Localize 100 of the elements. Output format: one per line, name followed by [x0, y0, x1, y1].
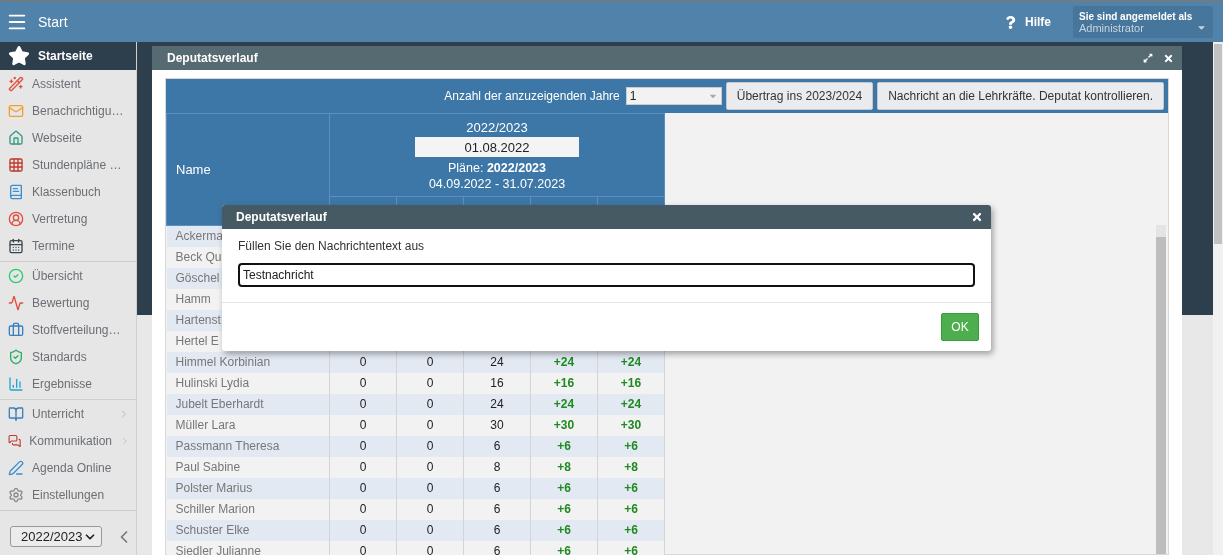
toolbar-button[interactable]: Nachricht an die Lehrkräfte. Deputat kontrollieren.	[877, 82, 1164, 110]
years-label: Anzahl der anzuzeigenden Jahre	[444, 89, 620, 103]
table-cell: 0	[329, 393, 397, 415]
sidebar-item[interactable]: Klassenbuch	[0, 178, 136, 205]
magic-wand-icon	[8, 75, 24, 92]
gear-icon	[8, 486, 24, 503]
sidebar-item[interactable]: Kommunikation	[0, 427, 136, 454]
star-icon	[8, 45, 30, 67]
table-cell: +16	[530, 372, 598, 394]
table-cell: 0	[396, 477, 464, 499]
table-cell: +6	[597, 477, 665, 499]
table-cell: 6	[463, 498, 531, 520]
table-cell: +6	[530, 540, 598, 555]
close-icon[interactable]	[971, 211, 983, 223]
table-cell: +8	[530, 456, 598, 478]
dialog-title: Deputatsverlauf	[236, 210, 327, 224]
envelope-icon	[8, 102, 24, 119]
grid-calendar-icon	[8, 156, 24, 173]
toolbar-button[interactable]: Übertrag ins 2023/2024	[725, 82, 874, 110]
table-cell: 8	[463, 456, 531, 478]
table-cell: 6	[463, 435, 531, 457]
expand-icon[interactable]	[1143, 53, 1153, 63]
table-cell: 0	[329, 498, 397, 520]
name-cell: Hulinski Lydia	[166, 372, 330, 394]
table-cell: 0	[329, 435, 397, 457]
name-cell: Paul Sabine	[166, 456, 330, 478]
table-cell: 16	[463, 372, 531, 394]
table-cell: 0	[396, 540, 464, 555]
scrollbar[interactable]	[1156, 225, 1166, 554]
table-cell: +6	[597, 435, 665, 457]
table-cell: +6	[597, 498, 665, 520]
table-cell: 0	[396, 519, 464, 541]
name-cell: Siedler Julianne	[166, 540, 330, 555]
table-cell: +6	[597, 540, 665, 555]
table-cell: 0	[396, 414, 464, 436]
table-cell: +6	[530, 498, 598, 520]
sidebar-item[interactable]: Stundenpläne …	[0, 151, 136, 178]
table-cell: 0	[396, 498, 464, 520]
sidebar-item[interactable]: Stoffverteilung…	[0, 316, 136, 343]
table-cell: 0	[329, 456, 397, 478]
sidebar-item[interactable]: Einstellungen	[0, 481, 136, 508]
sidebar-item[interactable]: Unterricht	[0, 400, 136, 427]
table-cell: +30	[597, 414, 665, 436]
table-cell: 24	[463, 393, 531, 415]
message-input[interactable]: Testnachricht	[238, 263, 975, 287]
table-cell: 0	[329, 477, 397, 499]
sidebar-item[interactable]: Assistent	[0, 70, 136, 97]
sidebar-item[interactable]: Termine	[0, 232, 136, 259]
table-cell: +6	[530, 477, 598, 499]
sidebar-item[interactable]: Webseite	[0, 124, 136, 151]
window-title: Deputatsverlauf	[167, 51, 259, 65]
open-book-icon	[8, 405, 24, 422]
table-cell: +6	[597, 519, 665, 541]
pen-icon	[8, 459, 24, 476]
years-select[interactable]: 1	[625, 87, 722, 105]
bar-chart-icon	[8, 375, 24, 392]
name-cell: Polster Marius	[166, 477, 330, 499]
table-cell: +8	[597, 456, 665, 478]
pulse-icon	[8, 294, 24, 311]
table-cell: 0	[396, 372, 464, 394]
help-icon	[1004, 15, 1017, 29]
sidebar-item[interactable]: Bewertung	[0, 289, 136, 316]
calendar-icon	[8, 237, 24, 254]
table-cell: +24	[530, 393, 598, 415]
table-cell: 30	[463, 414, 531, 436]
notebook-icon	[8, 183, 24, 200]
table-cell: 0	[396, 456, 464, 478]
sidebar-item[interactable]: Agenda Online	[0, 454, 136, 481]
date-field[interactable]: 01.08.2022	[415, 137, 579, 157]
table-cell: 0	[329, 414, 397, 436]
page-scrollbar[interactable]	[1213, 42, 1223, 555]
period-label: 04.09.2022 - 31.07.2023	[428, 177, 566, 191]
page-title: Start	[38, 14, 68, 30]
sidebar-item[interactable]: Startseite	[0, 42, 136, 70]
shield-check-icon	[8, 348, 24, 365]
user-menu[interactable]: Sie sind angemeldet als Administrator	[1073, 6, 1213, 38]
sidebar-item[interactable]: Ergebnisse	[0, 370, 136, 397]
sidebar-item[interactable]: Benachrichtigu…	[0, 97, 136, 124]
name-cell: Schuster Elke	[166, 519, 330, 541]
table-cell: +16	[597, 372, 665, 394]
table-cell: 0	[396, 393, 464, 415]
chat-bubbles-icon	[8, 432, 22, 449]
table-cell: 0	[329, 372, 397, 394]
table-cell: +6	[530, 519, 598, 541]
briefcase-icon	[8, 321, 24, 338]
help-link[interactable]: Hilfe	[1004, 15, 1051, 29]
table-cell: 0	[329, 540, 397, 555]
sidebar-item[interactable]: Übersicht	[0, 262, 136, 289]
name-cell: Schiller Marion	[166, 498, 330, 520]
plans-label: Pläne: 2022/2023	[448, 161, 546, 175]
sidebar-item[interactable]: Vertretung	[0, 205, 136, 232]
table-cell: 0	[329, 519, 397, 541]
sidebar-item[interactable]: Standards	[0, 343, 136, 370]
table-cell: +30	[530, 414, 598, 436]
year-select[interactable]: 2022/2023	[10, 526, 102, 547]
close-icon[interactable]	[1163, 52, 1174, 64]
table-cell: 6	[463, 477, 531, 499]
ok-button[interactable]: OK	[941, 313, 979, 341]
year-heading: 2022/2023	[466, 120, 528, 135]
house-icon	[8, 129, 24, 146]
